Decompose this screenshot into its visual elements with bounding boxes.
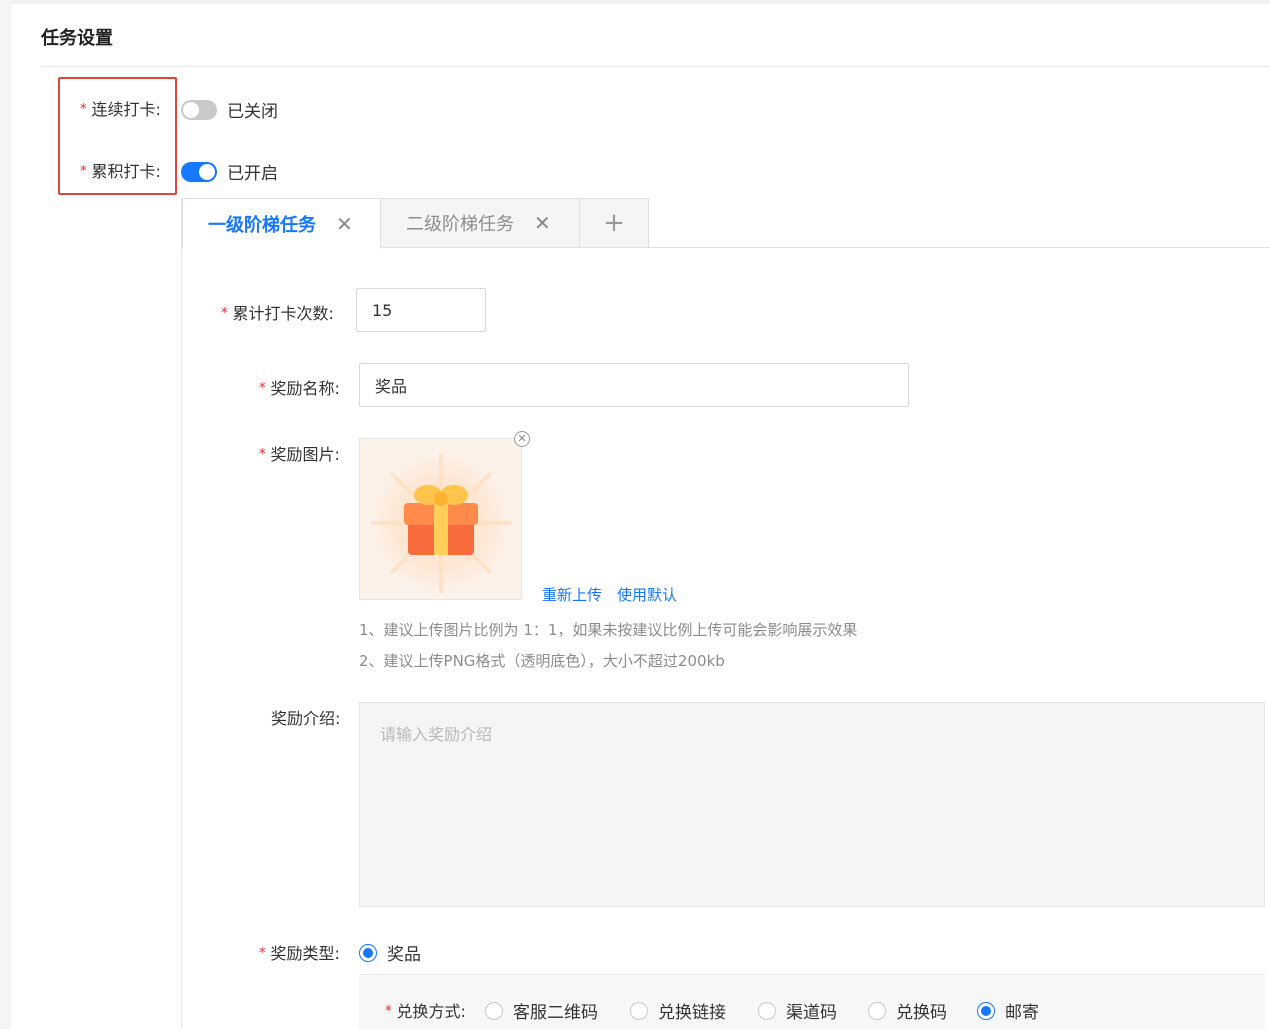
reward-image-label: * 奖励图片:	[259, 445, 340, 464]
reward-name-label: * 奖励名称:	[259, 379, 340, 398]
remove-image-icon[interactable]: ✕	[514, 431, 530, 447]
continuous-checkin-switch-row: 已关闭	[181, 97, 278, 122]
radio-link[interactable]	[630, 1001, 648, 1020]
required-mark: *	[259, 945, 266, 961]
cumulative-checkin-toggle[interactable]	[181, 161, 217, 182]
redeem-option-qrcode[interactable]: 客服二维码	[485, 998, 598, 1023]
required-mark: *	[221, 305, 228, 321]
close-icon[interactable]: ✕	[336, 212, 353, 236]
toggle-knob	[199, 163, 215, 180]
reward-image-preview[interactable]	[359, 438, 522, 600]
gift-icon	[360, 439, 521, 599]
required-mark: *	[385, 1003, 392, 1019]
reward-intro-textarea[interactable]	[359, 702, 1265, 907]
redeem-method-label: * 兑换方式:	[385, 1002, 466, 1021]
radio-channel-code[interactable]	[758, 1001, 776, 1020]
tab-tier-2[interactable]: 二级阶梯任务 ✕	[380, 198, 580, 248]
reward-type-label: * 奖励类型:	[259, 944, 340, 963]
cumulative-checkin-state: 已开启	[227, 164, 278, 184]
divider	[41, 66, 1270, 67]
redeem-option-link[interactable]: 兑换链接	[630, 998, 726, 1023]
radio-code[interactable]	[868, 1001, 886, 1020]
task-settings-card: 任务设置 * 连续打卡: 已关闭 * 累积打卡: 已开启 一级阶梯任务 ✕ 二级…	[11, 0, 1270, 1029]
image-hint-2: 2、建议上传PNG格式（透明底色），大小不超过200kb	[359, 652, 725, 670]
redeem-option-mail[interactable]: 邮寄	[977, 998, 1039, 1023]
redeem-option-channel-code[interactable]: 渠道码	[758, 998, 837, 1023]
continuous-checkin-state: 已关闭	[227, 102, 278, 122]
continuous-checkin-toggle[interactable]	[181, 99, 217, 120]
close-icon[interactable]: ✕	[534, 211, 551, 235]
continuous-checkin-label: * 连续打卡:	[80, 100, 161, 119]
cumulative-checkin-switch-row: 已开启	[181, 159, 278, 184]
image-hint-1: 1、建议上传图片比例为 1：1，如果未按建议比例上传可能会影响展示效果	[359, 621, 858, 639]
required-mark: *	[259, 380, 266, 396]
add-tab-button[interactable]: +	[579, 198, 649, 248]
cumulative-checkin-label: * 累积打卡:	[80, 162, 161, 181]
required-mark: *	[80, 101, 87, 117]
count-input[interactable]	[356, 288, 486, 332]
section-title: 任务设置	[41, 28, 113, 49]
plus-icon: +	[603, 208, 625, 238]
count-label: * 累计打卡次数:	[221, 304, 334, 323]
reward-name-input[interactable]	[359, 363, 909, 407]
use-default-link[interactable]: 使用默认	[617, 584, 677, 605]
redeem-option-code[interactable]: 兑换码	[868, 998, 947, 1023]
reward-type-options: 奖品	[359, 940, 421, 965]
radio-mail[interactable]	[977, 1001, 995, 1020]
toggle-knob	[183, 101, 199, 118]
reupload-link[interactable]: 重新上传	[542, 584, 602, 605]
tab-tier-1[interactable]: 一级阶梯任务 ✕	[182, 198, 381, 249]
radio-reward-type-prize[interactable]	[359, 943, 377, 962]
radio-qrcode[interactable]	[485, 1001, 503, 1020]
required-mark: *	[259, 446, 266, 462]
reward-intro-label: 奖励介绍:	[271, 709, 341, 728]
tabs-bar: 一级阶梯任务 ✕ 二级阶梯任务 ✕ +	[182, 198, 1270, 249]
required-mark: *	[80, 163, 87, 179]
